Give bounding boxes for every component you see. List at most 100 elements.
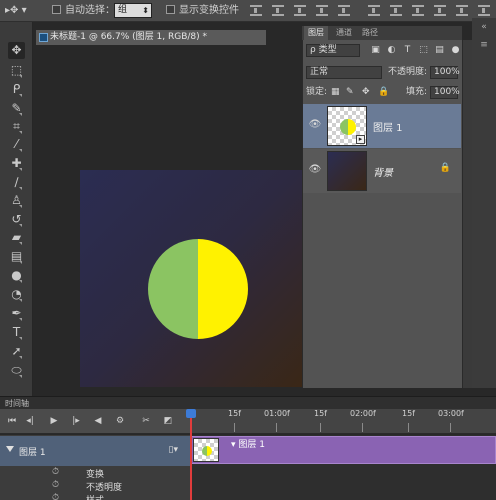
split-scissors-icon[interactable]: ✂ <box>140 415 152 427</box>
prev-frame-icon[interactable]: ◂| <box>24 415 36 427</box>
blend-mode-dropdown[interactable]: 正常 <box>306 66 382 79</box>
show-transform-label: 显示变换控件 <box>179 5 239 16</box>
clip-thumbnail <box>193 438 219 462</box>
layer-thumbnail: ▸ <box>327 106 367 146</box>
panel-tabs: 图层 通道 路径 <box>302 26 462 40</box>
timeline-title-bar: 时间轴 <box>0 396 496 409</box>
lock-label: 锁定: <box>306 87 328 97</box>
move-tool-icon[interactable]: ✥ <box>8 42 25 59</box>
options-bar: ▸✥ ▾ 自动选择： 组 显示变换控件 <box>0 0 496 22</box>
play-icon[interactable]: ▶ <box>48 415 60 427</box>
track-header-layer1[interactable]: 图层 1 ▯▾ <box>0 436 190 466</box>
expand-arrow-icon[interactable] <box>6 446 14 452</box>
lock-icon: 🔒 <box>439 163 451 173</box>
timeline-ruler[interactable]: 15f 01:00f 15f 02:00f 15f 03:00f <box>190 409 496 434</box>
filter-adjustment-icon[interactable]: ◐ <box>386 45 397 56</box>
audio-icon[interactable]: ◀ <box>92 415 104 427</box>
move-tool-preset-icon[interactable]: ▸✥ ▾ <box>5 4 27 18</box>
visibility-eye-icon[interactable]: 👁 <box>308 118 322 132</box>
quick-select-tool-icon[interactable]: ✎ <box>8 100 25 117</box>
align-top-icon[interactable] <box>250 5 262 16</box>
eraser-tool-icon[interactable]: ▰ <box>8 229 25 246</box>
dodge-tool-icon[interactable]: ◔ <box>8 286 25 303</box>
transition-icon[interactable]: ◩ <box>162 415 174 427</box>
lock-position-icon[interactable]: ✥ <box>362 86 370 99</box>
distribute-hcenter-icon[interactable] <box>456 5 468 16</box>
first-frame-icon[interactable]: ⏮ <box>6 415 18 427</box>
ruler-tick: 15f <box>228 409 241 418</box>
ruler-tick: 15f <box>314 409 327 418</box>
filter-kind-label: 类型 <box>318 45 337 55</box>
auto-select-dropdown[interactable]: 组 <box>114 3 152 18</box>
layer-row-background[interactable]: 👁 背景 🔒 <box>303 149 461 193</box>
show-transform-checkbox[interactable]: 显示变换控件 <box>166 4 239 18</box>
tab-layers[interactable]: 图层 <box>304 26 328 40</box>
track-name: 图层 1 <box>19 448 46 458</box>
panel-dock-strip: « ≡ <box>472 18 496 388</box>
distribute-left-icon[interactable] <box>434 5 446 16</box>
brush-tool-icon[interactable]: ∕ <box>8 174 25 191</box>
visibility-eye-icon[interactable]: 👁 <box>308 163 322 177</box>
stopwatch-icon[interactable]: ⏱ <box>52 480 59 490</box>
clip-name-text: 图层 1 <box>238 440 265 450</box>
filter-shape-icon[interactable]: ⬚ <box>418 45 429 56</box>
tab-paths[interactable]: 路径 <box>358 26 382 40</box>
align-vcenter-icon[interactable] <box>272 5 284 16</box>
distribute-top-icon[interactable] <box>368 5 380 16</box>
ruler-tick: 01:00f <box>264 409 290 418</box>
stopwatch-icon[interactable]: ⏱ <box>52 467 59 477</box>
blur-tool-icon[interactable]: ● <box>8 267 25 284</box>
layer-row-layer1[interactable]: 👁 ▸ 图层 1 <box>303 104 461 148</box>
type-tool-icon[interactable]: T <box>8 324 25 341</box>
auto-select-checkbox[interactable]: 自动选择： <box>52 4 115 18</box>
panel-scrollbar[interactable] <box>462 40 472 388</box>
stopwatch-icon[interactable]: ⏱ <box>52 493 59 500</box>
healing-brush-tool-icon[interactable]: ✚ <box>8 155 25 172</box>
eyedropper-tool-icon[interactable]: ⁄ <box>8 136 25 153</box>
distribute-bottom-icon[interactable] <box>412 5 424 16</box>
property-label: 不透明度 <box>86 483 123 493</box>
distribute-vcenter-icon[interactable] <box>390 5 402 16</box>
document-tab[interactable]: 未标题-1 @ 66.7% (图层 1, RGB/8) * <box>36 30 266 45</box>
filter-toggle-icon[interactable]: ● <box>450 45 461 56</box>
filter-type-icon[interactable]: T <box>402 45 413 56</box>
shape-tool-icon[interactable]: ⬭ <box>8 362 25 379</box>
gradient-tool-icon[interactable]: ▤ <box>8 248 25 265</box>
lock-image-icon[interactable]: ✎ <box>346 86 354 99</box>
align-hcenter-icon[interactable] <box>338 5 350 16</box>
layer-name: 背景 <box>373 168 393 179</box>
property-row: ⏱ 不透明度 <box>0 480 190 493</box>
track-menu-icon[interactable]: ▯▾ <box>169 445 178 455</box>
property-label: 样式 <box>86 493 104 500</box>
lock-all-icon[interactable]: 🔒 <box>378 86 389 99</box>
ps-file-icon <box>39 33 48 42</box>
marquee-tool-icon[interactable]: ⬚ <box>8 62 25 79</box>
auto-select-label: 自动选择： <box>65 5 115 16</box>
ruler-tick: 02:00f <box>350 409 376 418</box>
layers-panel <box>302 26 462 388</box>
pen-tool-icon[interactable]: ✒ <box>8 305 25 322</box>
crop-tool-icon[interactable]: ⌗ <box>8 118 25 135</box>
opacity-input[interactable]: 100% <box>430 66 460 79</box>
document-title: 未标题-1 @ 66.7% (图层 1, RGB/8) * <box>50 32 207 42</box>
tools-panel: ✥ ⬚ ᑭ ✎ ⌗ ⁄ ✚ ∕ ♙ ↺ ▰ ▤ ● ◔ ✒ T ➚ ⬭ <box>0 22 33 400</box>
tab-channels[interactable]: 通道 <box>332 26 356 40</box>
layer-filter-dropdown[interactable]: ρ 类型 <box>306 44 360 57</box>
collapse-panels-icon[interactable]: « <box>477 22 491 32</box>
clone-stamp-tool-icon[interactable]: ♙ <box>8 192 25 209</box>
settings-gear-icon[interactable]: ⚙ <box>114 415 126 427</box>
next-frame-icon[interactable]: |▸ <box>70 415 82 427</box>
property-row: ⏱ 变换 <box>0 467 190 480</box>
fill-input[interactable]: 100% <box>430 86 460 99</box>
align-bottom-icon[interactable] <box>294 5 306 16</box>
distribute-right-icon[interactable] <box>478 5 490 16</box>
lasso-tool-icon[interactable]: ᑭ <box>8 81 25 98</box>
align-left-icon[interactable] <box>316 5 328 16</box>
filter-pixel-icon[interactable]: ▣ <box>370 45 381 56</box>
lock-transparent-icon[interactable]: ▦ <box>331 86 340 99</box>
panel-menu-icon[interactable]: ≡ <box>477 40 491 50</box>
history-brush-tool-icon[interactable]: ↺ <box>8 211 25 228</box>
path-select-tool-icon[interactable]: ➚ <box>8 343 25 360</box>
filter-smart-object-icon[interactable]: ▤ <box>434 45 445 56</box>
playhead-handle[interactable] <box>186 409 196 418</box>
